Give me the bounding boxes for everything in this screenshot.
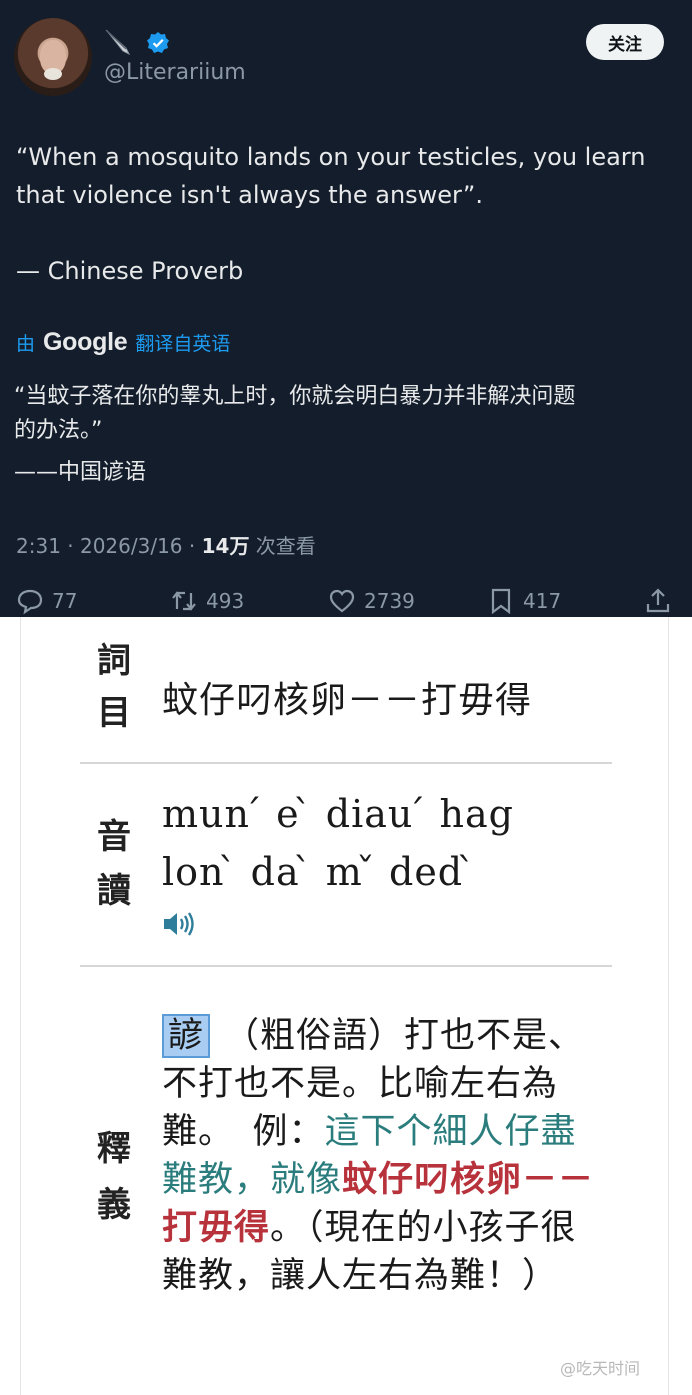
view-label: 次查看	[249, 534, 316, 558]
translated-line: “当蚊子落在你的睾丸上时，你就会明白暴力并非解决问题	[14, 384, 576, 409]
action-bar: 77 493 2739 417	[0, 585, 692, 617]
speaker-icon[interactable]	[162, 909, 198, 939]
entry-label-char: 詞	[97, 641, 131, 681]
pronunciation: mun ́ e ̀ diau ́ hag lon ̀ da ̀ m ̌ ded …	[162, 785, 514, 901]
share-icon	[646, 588, 670, 613]
divider	[80, 965, 612, 967]
pron-label-char: 讀	[97, 871, 131, 911]
display-name-row[interactable]	[104, 26, 170, 60]
tweet-timestamp[interactable]: 2:31 · 2026/3/16 ·	[16, 534, 202, 558]
repost-count: 493	[206, 589, 245, 613]
avatar[interactable]	[14, 18, 92, 96]
repost-icon	[172, 591, 196, 611]
follow-button[interactable]: 关注	[586, 24, 664, 60]
repost-button[interactable]: 493	[170, 585, 244, 617]
tweet-text: “When a mosquito lands on your testicles…	[16, 138, 681, 290]
entry-label: 詞 目	[94, 639, 134, 735]
verified-icon	[147, 32, 169, 53]
proverb-tag: 諺	[162, 1014, 211, 1058]
share-button[interactable]	[644, 585, 672, 617]
google-logo: Google	[43, 327, 128, 356]
quote-line: “When a mosquito lands on your testicles…	[16, 143, 646, 171]
def-label-char: 釋	[97, 1129, 131, 1169]
pron-label-char: 音	[97, 817, 131, 857]
bookmark-count: 417	[523, 589, 562, 613]
pronunciation-line: lon ̀ da ̀ m ̌ ded ̀	[162, 850, 477, 894]
like-count: 2739	[364, 589, 415, 613]
divider	[80, 762, 612, 764]
translated-line: 的办法。”	[14, 418, 103, 443]
quote-line: that violence isn't always the answer”.	[16, 181, 483, 209]
tweet-card: @Literariium 关注 “When a mosquito lands o…	[0, 0, 692, 617]
entry-label-char: 目	[97, 693, 131, 733]
translate-prefix: 由	[16, 332, 36, 355]
translate-suffix: 翻译自英语	[135, 332, 231, 355]
quote-attribution: — Chinese Proverb	[16, 257, 244, 285]
reply-button[interactable]: 77	[16, 585, 77, 617]
frame-border	[668, 617, 669, 1395]
reply-icon	[17, 589, 43, 615]
tweet-meta: 2:31 · 2026/3/16 · 14万 次查看	[16, 530, 316, 559]
quill-icon	[105, 29, 131, 56]
pronunciation-label: 音 讀	[94, 815, 134, 913]
reply-count: 77	[52, 589, 78, 613]
pronunciation-line: mun ́ e ̀ diau ́ hag	[162, 792, 515, 836]
like-button[interactable]: 2739	[328, 585, 415, 617]
frame-border	[20, 617, 21, 1395]
like-icon	[329, 589, 355, 613]
bookmark-button[interactable]: 417	[487, 585, 561, 617]
headword: 蚊仔叼核卵－－打毋得	[162, 680, 533, 721]
translated-attribution: ——中国谚语	[14, 460, 147, 485]
definition-label: 釋 義	[94, 1127, 134, 1227]
translation-credit[interactable]: 由 Google 翻译自英语	[16, 326, 230, 358]
definition-text: 諺（粗俗語）打也不是、不打也不是。比喻左右為難。 例：這下个細人仔盡難教，就像蚊…	[162, 1012, 602, 1300]
translated-text: “当蚊子落在你的睾丸上时，你就会明白暴力并非解决问题 的办法。” ——中国谚语	[14, 380, 682, 490]
user-handle[interactable]: @Literariium	[104, 60, 246, 85]
dictionary-entry: 詞 目 蚊仔叼核卵－－打毋得 音 讀 mun ́ e ̀ diau ́ hag …	[0, 617, 692, 1395]
watermark: @吃天时间	[560, 1359, 641, 1378]
view-count: 14万	[201, 534, 250, 558]
def-label-char: 義	[97, 1185, 131, 1225]
bookmark-icon	[491, 588, 511, 615]
